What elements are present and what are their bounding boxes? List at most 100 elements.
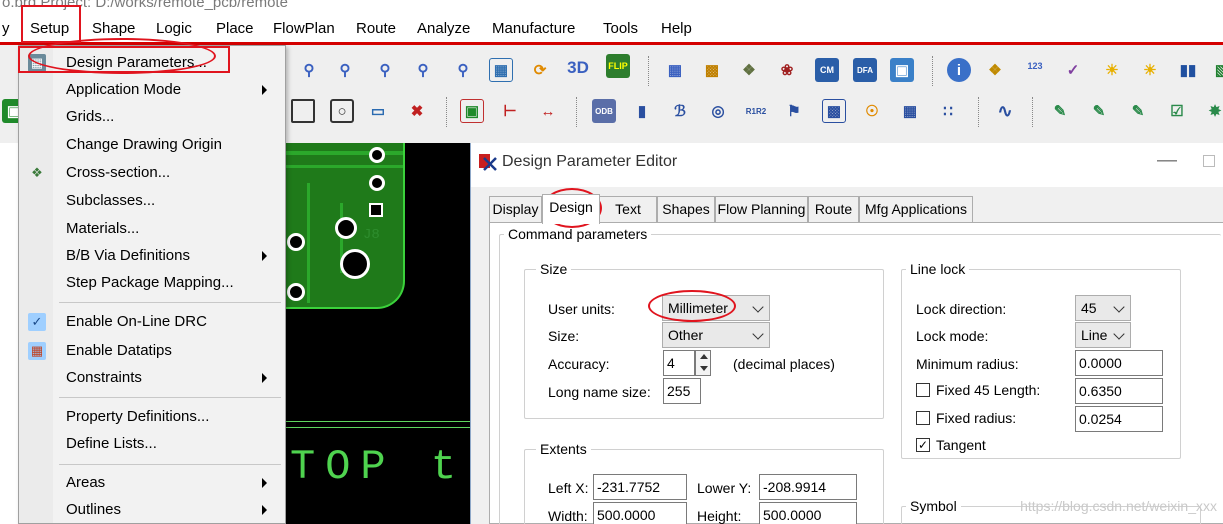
- show-element-icon[interactable]: ❖: [983, 58, 1007, 82]
- tab-shapes[interactable]: Shapes: [657, 196, 715, 222]
- menu-item-subclasses[interactable]: Subclasses...: [19, 188, 285, 214]
- tangent-checkbox[interactable]: ✓: [916, 438, 930, 452]
- width-input[interactable]: 500.0000: [593, 502, 687, 524]
- minimize-icon[interactable]: —: [1157, 149, 1177, 172]
- menu-item-materials[interactable]: Materials...: [19, 216, 285, 242]
- menu-help[interactable]: Help: [661, 20, 692, 37]
- accuracy-spinner[interactable]: [695, 350, 711, 376]
- checklist-icon[interactable]: ✎: [1048, 99, 1072, 123]
- grid-icon[interactable]: ▦: [663, 58, 687, 82]
- menu-item-enable-online-drc[interactable]: ✓ Enable On-Line DRC: [19, 309, 285, 335]
- checklist-add-icon[interactable]: ✎: [1087, 99, 1111, 123]
- tab-route[interactable]: Route: [808, 196, 859, 222]
- delete-shape-icon[interactable]: ✖: [405, 99, 429, 123]
- ratsnest-icon[interactable]: ❀: [775, 58, 799, 82]
- more-icon[interactable]: ▧: [1210, 58, 1223, 82]
- color-icon[interactable]: ▩: [700, 58, 724, 82]
- dimension-linear-icon[interactable]: ↔: [536, 99, 560, 123]
- square-icon[interactable]: [291, 99, 315, 123]
- sun-icon[interactable]: ☀: [1100, 58, 1124, 82]
- menu-item-grids[interactable]: Grids...: [19, 104, 285, 130]
- frame-icon[interactable]: ▩: [822, 99, 846, 123]
- world-view-icon[interactable]: ▣: [890, 58, 914, 82]
- checklist-done-icon[interactable]: ☑: [1165, 99, 1189, 123]
- 3d-view-icon[interactable]: 3D: [566, 56, 590, 80]
- accuracy-input[interactable]: 4: [663, 350, 695, 376]
- tab-mfg-applications[interactable]: Mfg Applications: [859, 196, 973, 222]
- menu-item-cross-section[interactable]: ❖ Cross-section...: [19, 160, 285, 186]
- tab-design[interactable]: Design: [542, 194, 600, 224]
- menu-item-property-definitions[interactable]: Property Definitions...: [19, 404, 285, 430]
- menu-item-application-mode[interactable]: Application Mode: [19, 77, 285, 103]
- left-x-input[interactable]: -231.7752: [593, 474, 687, 500]
- zoom-fit-icon[interactable]: ⚲: [297, 58, 321, 82]
- menu-logic[interactable]: Logic: [156, 20, 192, 37]
- zoom-prev-icon[interactable]: ⚲: [451, 58, 475, 82]
- highlight-icon[interactable]: ✓: [1061, 58, 1085, 82]
- checklist-edit-icon[interactable]: ✎: [1126, 99, 1150, 123]
- menu-analyze[interactable]: Analyze: [417, 20, 470, 37]
- zoom-plus-icon[interactable]: ⚲: [373, 58, 397, 82]
- dehighlight-icon[interactable]: ☀: [1138, 58, 1162, 82]
- fixed-radius-input[interactable]: 0.0254: [1075, 406, 1163, 432]
- odb-icon[interactable]: ODB: [592, 99, 616, 123]
- tab-display[interactable]: Display: [489, 196, 542, 222]
- refresh-icon[interactable]: ⟳: [528, 58, 552, 82]
- menu-item-constraints[interactable]: Constraints: [19, 365, 285, 391]
- slot-icon[interactable]: ▭: [366, 99, 390, 123]
- zoom-world-icon[interactable]: ▦: [489, 58, 513, 82]
- menu-item-define-lists[interactable]: Define Lists...: [19, 431, 285, 457]
- menu-y[interactable]: y: [2, 20, 10, 37]
- array-icon[interactable]: ▦: [898, 99, 922, 123]
- lower-y-input[interactable]: -208.9914: [759, 474, 857, 500]
- component-icon[interactable]: ▮: [630, 99, 654, 123]
- tool-icon[interactable]: ✸: [1203, 99, 1223, 123]
- flip-icon[interactable]: FLIP: [606, 54, 630, 78]
- zoom-out-icon[interactable]: ⚲: [411, 58, 435, 82]
- lock-mode-select[interactable]: Line: [1075, 322, 1131, 348]
- pcb-pad: [369, 147, 385, 163]
- tab-flow-planning[interactable]: Flow Planning: [715, 196, 808, 222]
- menu-item-step-package-mapping[interactable]: Step Package Mapping...: [19, 270, 285, 296]
- refdes-icon[interactable]: R1R2: [744, 99, 768, 123]
- menu-tools[interactable]: Tools: [603, 20, 638, 37]
- menu-place[interactable]: Place: [216, 20, 254, 37]
- size-select[interactable]: Other: [662, 322, 770, 348]
- menu-item-areas[interactable]: Areas: [19, 470, 285, 496]
- layer-icon[interactable]: ❖: [737, 58, 761, 82]
- fixed-radius-checkbox[interactable]: [916, 411, 930, 425]
- menu-flowplan[interactable]: FlowPlan: [273, 20, 335, 37]
- menu-shape[interactable]: Shape: [92, 20, 135, 37]
- lock-direction-select[interactable]: 45: [1075, 295, 1131, 321]
- annotation-user-units-oval: [648, 290, 736, 322]
- fixed-45-checkbox[interactable]: [916, 383, 930, 397]
- chip-icon[interactable]: ▣: [460, 99, 484, 123]
- maximize-icon[interactable]: [1203, 155, 1215, 167]
- fixed-45-input[interactable]: 0.6350: [1075, 378, 1163, 404]
- bars-icon[interactable]: ▮▮: [1176, 58, 1200, 82]
- zoom-in-icon[interactable]: ⚲: [333, 58, 357, 82]
- measure-icon[interactable]: 123: [1023, 54, 1047, 78]
- long-name-size-input[interactable]: 255: [663, 378, 701, 404]
- dimension-icon[interactable]: ⊢: [498, 99, 522, 123]
- route-icon[interactable]: ∿: [993, 99, 1017, 123]
- circle-icon[interactable]: ○: [330, 99, 354, 123]
- pin-icon[interactable]: ℬ: [668, 99, 692, 123]
- min-radius-input[interactable]: 0.0000: [1075, 350, 1163, 376]
- dfa-icon[interactable]: DFA: [853, 58, 877, 82]
- dots-grid-icon[interactable]: ∷: [936, 99, 960, 123]
- cm-icon[interactable]: CM: [815, 58, 839, 82]
- height-input[interactable]: 500.0000: [759, 502, 857, 524]
- probe-icon[interactable]: ☉: [860, 99, 884, 123]
- submenu-arrow-icon: [262, 478, 267, 488]
- menu-item-outlines[interactable]: Outlines: [19, 497, 285, 523]
- menu-route[interactable]: Route: [356, 20, 396, 37]
- menu-manufacture[interactable]: Manufacture: [492, 20, 575, 37]
- menu-item-change-drawing-origin[interactable]: Change Drawing Origin: [19, 132, 285, 158]
- flag-icon[interactable]: ⚑: [782, 99, 806, 123]
- info-icon[interactable]: i: [947, 58, 971, 82]
- menu-item-bb-via-definitions[interactable]: B/B Via Definitions: [19, 243, 285, 269]
- camera-icon[interactable]: ◎: [706, 99, 730, 123]
- tab-text[interactable]: Text: [600, 196, 657, 222]
- menu-item-enable-datatips[interactable]: ▦ Enable Datatips: [19, 338, 285, 364]
